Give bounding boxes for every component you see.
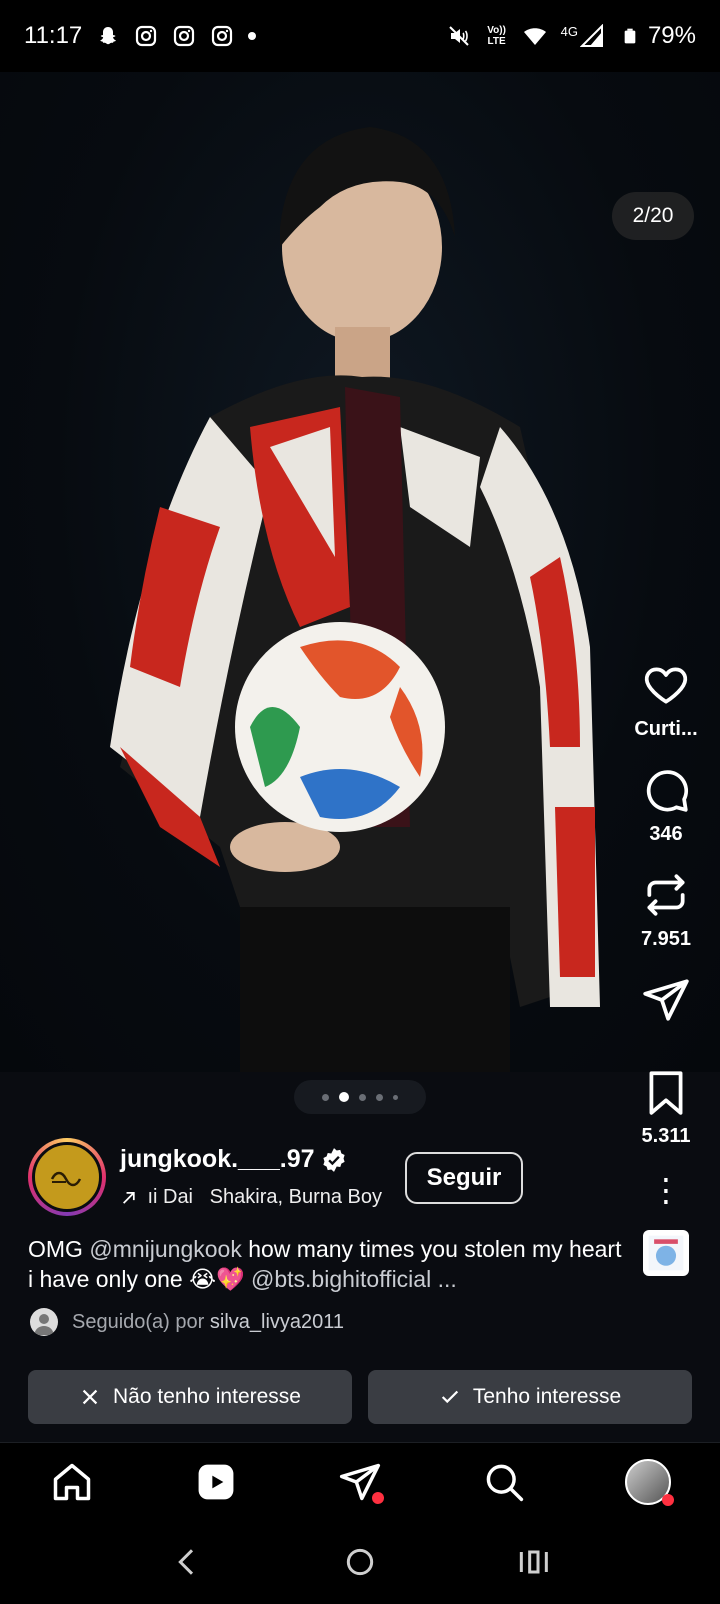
carousel-pager [294, 1080, 426, 1114]
username[interactable]: jungkook.___.97 [120, 1145, 315, 1174]
back-icon[interactable] [167, 1542, 207, 1582]
comment-count: 346 [649, 823, 683, 845]
pager-dot [393, 1094, 398, 1100]
notification-badge [372, 1491, 384, 1504]
account-avatar[interactable] [28, 1138, 106, 1216]
post-info: jungkook.___.97 ıi Dai Shakira, Burna Bo… [0, 1072, 720, 1442]
share-action[interactable] [641, 975, 691, 1025]
repost-action[interactable]: 7.951 [641, 870, 691, 951]
volte-indicator: Vo)) LTE [487, 25, 506, 47]
status-right: Vo)) LTE 4G 79% [447, 22, 696, 50]
check-icon [441, 1390, 458, 1404]
pager-dot-active [339, 1092, 349, 1102]
caption-mention[interactable]: @mnijungkook [89, 1236, 241, 1262]
instagram-icon [172, 24, 196, 48]
home-icon [53, 1463, 91, 1500]
caption-more[interactable]: ... [431, 1266, 457, 1292]
follow-button[interactable]: Seguir [405, 1152, 523, 1204]
caption-mention[interactable]: @bts.bighitofficial [251, 1266, 431, 1292]
notification-badge [662, 1493, 674, 1506]
battery-icon [618, 24, 642, 48]
followed-by-text: Seguido(a) por silva_livya2011 [72, 1310, 345, 1333]
audio-cover-icon [648, 1235, 684, 1271]
audio-thumbnail[interactable] [643, 1230, 689, 1276]
snapchat-icon [96, 24, 120, 48]
more-notifications-dot [248, 32, 257, 40]
caption-text: OMG [28, 1236, 90, 1262]
search-icon [486, 1464, 524, 1501]
comment-icon [646, 770, 688, 812]
audio-title: ıi Dai Shakira, Burna Boy [147, 1186, 382, 1208]
followed-by[interactable]: Seguido(a) por silva_livya2011 [30, 1308, 344, 1336]
bottom-nav [0, 1442, 720, 1520]
followed-by-user[interactable]: silva_livya2011 [210, 1311, 344, 1333]
action-rail: Curti... 346 7.951 5.311 ⋮ [626, 660, 706, 1276]
save-action[interactable]: 5.311 [641, 1067, 691, 1148]
status-left: 11:17 [24, 22, 257, 50]
audio-row[interactable]: ıi Dai Shakira, Burna Boy [120, 1186, 382, 1209]
reels-icon [198, 1464, 234, 1499]
caption[interactable]: OMG @mnijungkook how many times you stol… [28, 1234, 628, 1294]
battery-level: 79% [647, 22, 696, 49]
pager-dot [359, 1093, 366, 1101]
heart-icon [644, 667, 688, 704]
follower-avatar-icon [30, 1308, 58, 1336]
wifi-icon [523, 24, 547, 48]
interested-button[interactable]: Tenho interesse [368, 1370, 692, 1424]
more-options-icon[interactable]: ⋮ [650, 1174, 682, 1206]
status-bar: 11:17 Vo)) LTE 4G 79% [0, 0, 720, 72]
nav-profile[interactable] [618, 1452, 678, 1512]
nav-home[interactable] [42, 1452, 102, 1512]
not-interested-label: Não tenho interesse [113, 1385, 301, 1408]
interested-label: Tenho interesse [472, 1385, 622, 1408]
repost-count: 7.951 [640, 928, 692, 950]
repost-icon [647, 874, 685, 916]
clock: 11:17 [24, 22, 83, 49]
like-action[interactable]: Curti... [634, 660, 698, 741]
mute-icon [447, 24, 471, 48]
signal-icon [579, 24, 604, 48]
image-counter: 2/20 [612, 192, 694, 240]
interest-row: Não tenho interesse Tenho interesse [28, 1370, 692, 1424]
network-type: 4G [560, 23, 578, 39]
nav-reels[interactable] [186, 1452, 246, 1512]
close-icon [82, 1389, 98, 1405]
username-row[interactable]: jungkook.___.97 [120, 1145, 382, 1174]
pager-dot [376, 1093, 383, 1101]
post-photo [110, 127, 600, 1072]
trending-arrow-icon [123, 1191, 135, 1204]
post-media[interactable]: 2/20 [0, 72, 720, 1072]
system-nav [0, 1520, 720, 1604]
instagram-icon [210, 24, 234, 48]
home-button-icon[interactable] [340, 1542, 380, 1582]
account-text: jungkook.___.97 ıi Dai Shakira, Burna Bo… [120, 1145, 382, 1209]
account-row: jungkook.___.97 ıi Dai Shakira, Burna Bo… [28, 1138, 382, 1216]
like-label: Curti... [634, 718, 698, 740]
instagram-icon [134, 24, 158, 48]
avatar-logo-icon [50, 1171, 82, 1187]
share-icon [643, 979, 689, 1021]
nav-search[interactable] [474, 1452, 534, 1512]
not-interested-button[interactable]: Não tenho interesse [28, 1370, 352, 1424]
nav-messages[interactable] [330, 1452, 390, 1512]
comment-action[interactable]: 346 [641, 765, 691, 846]
save-count: 5.311 [641, 1125, 691, 1147]
pager-dot [322, 1093, 329, 1101]
recent-apps-icon[interactable] [513, 1542, 553, 1582]
bookmark-icon [649, 1071, 683, 1115]
verified-badge-icon [322, 1147, 345, 1172]
